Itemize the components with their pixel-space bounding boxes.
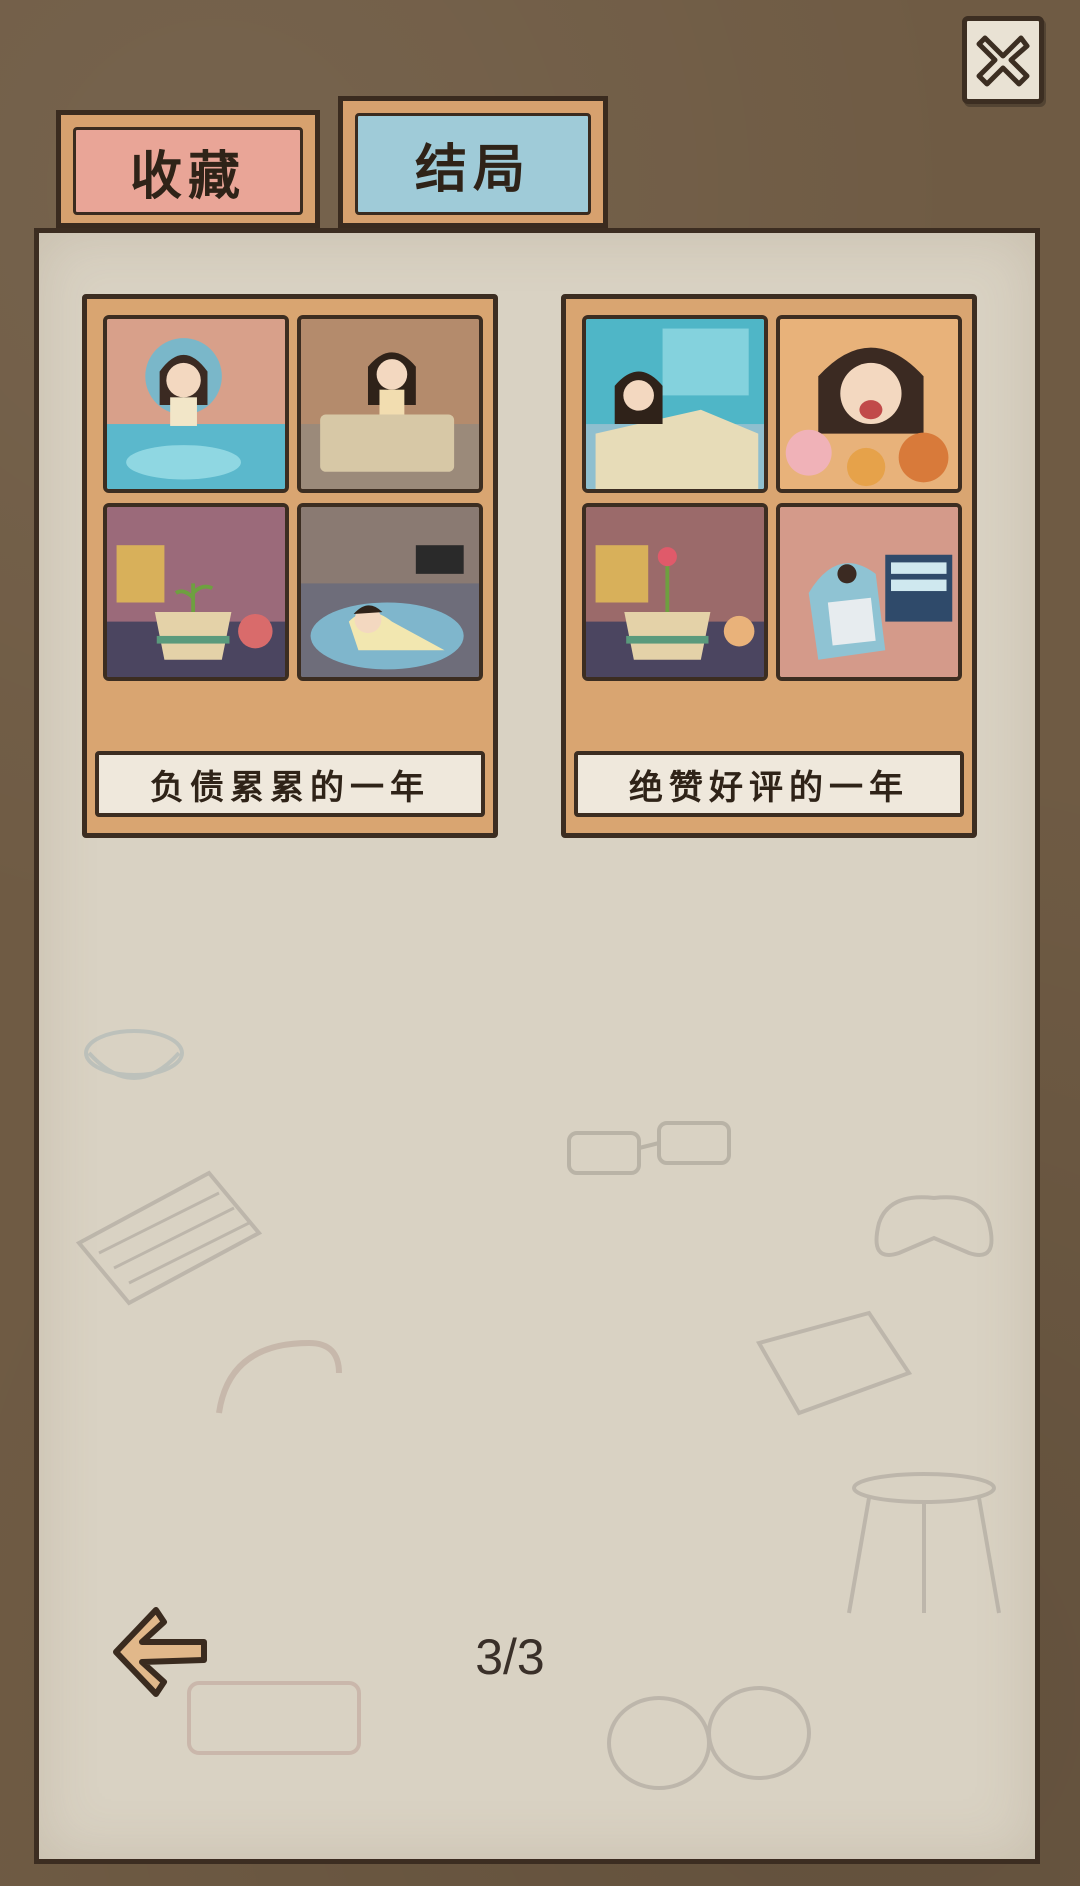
ending-1-title: 负债累累的一年 — [95, 751, 485, 817]
ending-1-scene-2 — [297, 315, 483, 493]
ending-2-scene-3 — [582, 503, 768, 681]
ending-card-2[interactable]: 绝赞好评的一年 — [561, 294, 977, 838]
ending-1-scene-3 — [103, 503, 289, 681]
headphones-doodle-icon — [216, 1339, 342, 1414]
gamepad-doodle-icon — [874, 1195, 994, 1257]
ending-2-scene-4 — [776, 503, 962, 681]
stool-doodle-icon — [847, 1472, 1001, 1614]
back-button[interactable] — [108, 1602, 212, 1702]
glasses-doodle-icon — [567, 1121, 731, 1175]
rice-bowl-doodle-icon — [84, 1029, 184, 1080]
notebook-doodle-icon — [755, 1310, 913, 1416]
ending-card-1[interactable]: 负债累累的一年 — [82, 294, 498, 838]
ending-1-scene-1 — [103, 315, 289, 493]
ending-2-title: 绝赞好评的一年 — [574, 751, 964, 817]
page-indicator: 3/3 — [475, 1629, 545, 1685]
close-icon — [976, 35, 1030, 87]
slippers-doodle-icon — [607, 1686, 811, 1790]
tab-endings-label: 结局 — [355, 113, 591, 215]
ending-2-scene-1 — [582, 315, 768, 493]
tab-endings[interactable]: 结局 — [338, 96, 608, 228]
ending-1-scene-4 — [297, 503, 483, 681]
tab-collection-label: 收藏 — [73, 127, 303, 215]
ending-2-scene-2 — [776, 315, 962, 493]
rug-doodle-icon — [75, 1170, 263, 1306]
back-arrow-icon — [113, 1607, 207, 1697]
close-button[interactable] — [962, 16, 1044, 104]
tab-collection[interactable]: 收藏 — [56, 110, 320, 228]
